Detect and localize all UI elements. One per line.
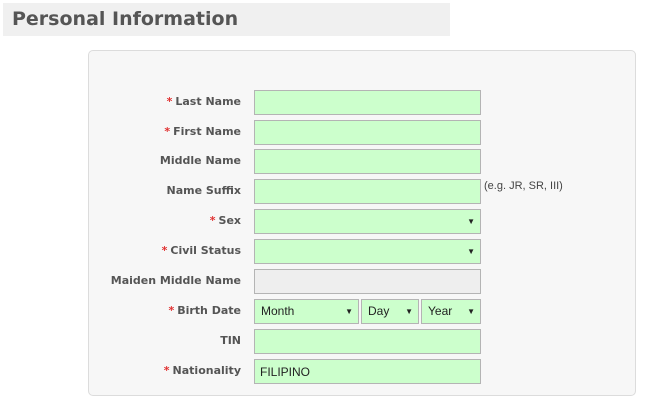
birth-date-label: * Birth Date: [168, 304, 241, 317]
last-name-label: * Last Name: [166, 95, 241, 108]
section-title: Personal Information: [12, 8, 239, 30]
last-name-input[interactable]: [254, 90, 481, 115]
civil-status-label: * Civil Status: [161, 244, 241, 257]
birth-month-value: Month: [261, 304, 295, 318]
chevron-down-icon: ▼: [405, 307, 413, 316]
last-name-row: * Last Name: [0, 90, 650, 115]
personal-information-page: Personal Information * Last Name * First N…: [0, 0, 650, 405]
birth-day-select[interactable]: Day ▼: [361, 299, 419, 324]
birth-month-select[interactable]: Month ▼: [254, 299, 359, 324]
required-marker: *: [163, 364, 170, 377]
maiden-middle-name-row: Maiden Middle Name: [0, 269, 650, 294]
maiden-middle-name-input: [254, 269, 481, 294]
name-suffix-label: Name Suffix: [166, 184, 242, 197]
name-suffix-input[interactable]: [254, 179, 481, 204]
tin-input[interactable]: [254, 329, 481, 354]
maiden-middle-name-label: Maiden Middle Name: [110, 274, 241, 287]
civil-status-row: * Civil Status ▼: [0, 239, 650, 264]
tin-label: TIN: [220, 334, 241, 347]
middle-name-label: Middle Name: [159, 154, 241, 167]
chevron-down-icon: ▼: [345, 307, 353, 316]
required-marker: *: [164, 125, 171, 138]
middle-name-row: Middle Name: [0, 149, 650, 174]
required-marker: *: [166, 95, 173, 108]
chevron-down-icon: ▼: [467, 307, 475, 316]
name-suffix-row: Name Suffix (e.g. JR, SR, III): [0, 179, 650, 204]
required-marker: *: [209, 214, 216, 227]
sex-select[interactable]: ▼: [254, 209, 481, 234]
chevron-down-icon: ▼: [467, 217, 475, 226]
first-name-label: * First Name: [164, 125, 241, 138]
chevron-down-icon: ▼: [467, 247, 475, 256]
required-marker: *: [168, 304, 175, 317]
civil-status-select[interactable]: ▼: [254, 239, 481, 264]
sex-label: * Sex: [209, 214, 241, 227]
nationality-label: * Nationality: [163, 364, 241, 377]
first-name-input[interactable]: [254, 120, 481, 145]
required-marker: *: [161, 244, 168, 257]
birth-year-select[interactable]: Year ▼: [421, 299, 481, 324]
first-name-row: * First Name: [0, 120, 650, 145]
birth-date-row: * Birth Date Month ▼ Day ▼ Year ▼: [0, 299, 650, 324]
sex-row: * Sex ▼: [0, 209, 650, 234]
nationality-row: * Nationality: [0, 359, 650, 384]
birth-day-value: Day: [368, 304, 390, 318]
section-header: Personal Information: [3, 3, 450, 36]
birth-year-value: Year: [428, 304, 453, 318]
name-suffix-hint: (e.g. JR, SR, III): [484, 180, 563, 192]
middle-name-input[interactable]: [254, 149, 481, 174]
nationality-input[interactable]: [254, 359, 481, 384]
tin-row: TIN: [0, 329, 650, 354]
